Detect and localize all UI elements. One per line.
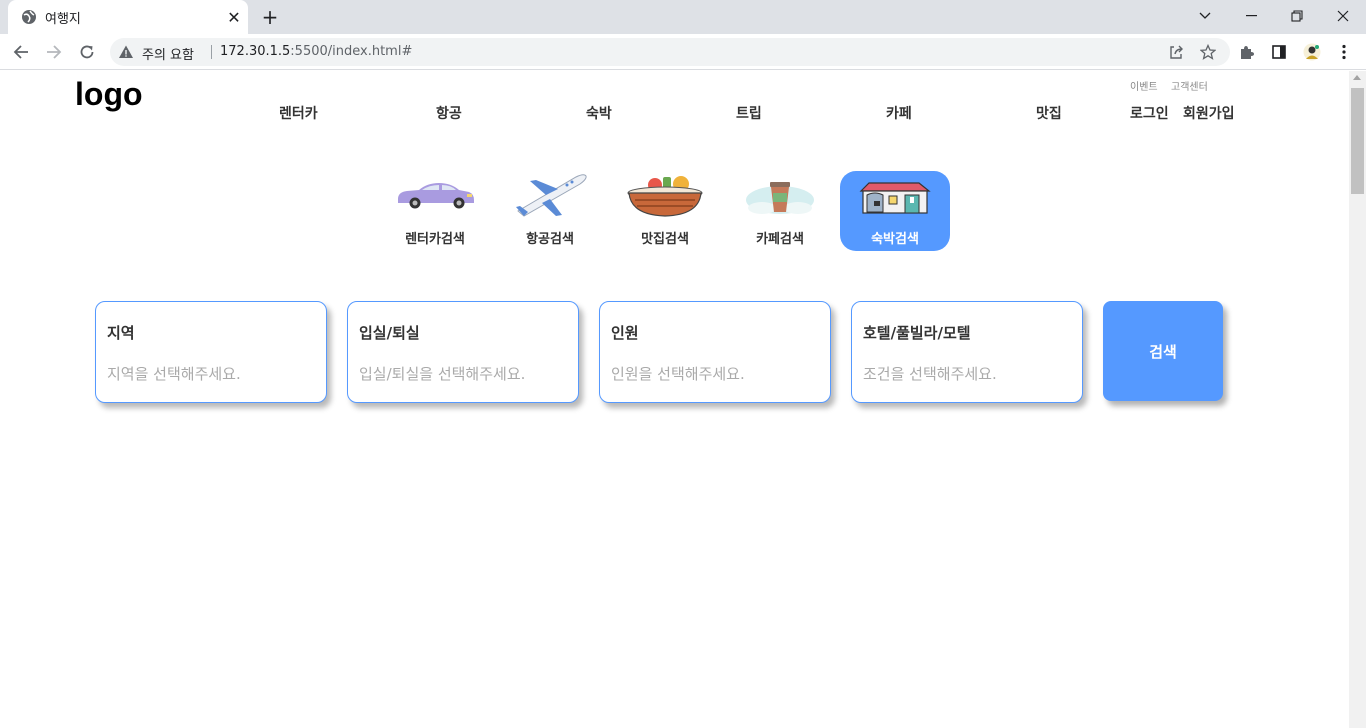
- scrollbar-thumb[interactable]: [1351, 88, 1364, 194]
- field-title: 입실/퇴실: [359, 324, 420, 342]
- guests-field[interactable]: 인원 인원을 선택해주세요.: [599, 301, 831, 403]
- coffee-cup-icon: [746, 182, 814, 214]
- car-icon: [398, 183, 474, 209]
- site-logo[interactable]: logo: [75, 76, 143, 113]
- omnibox-divider: [211, 45, 212, 59]
- category-label: 항공검색: [526, 232, 574, 247]
- page-viewport: logo 이벤트 고객센터 렌터카 항공 숙박 트립 카페 맛집 로그인 회원가…: [0, 71, 1349, 728]
- restore-icon[interactable]: [1274, 0, 1320, 32]
- field-placeholder: 인원을 선택해주세요.: [611, 365, 745, 383]
- share-icon[interactable]: [1166, 42, 1186, 62]
- bookmark-star-icon[interactable]: [1198, 42, 1218, 62]
- tab-title: 여행지: [45, 12, 81, 27]
- field-title: 지역: [107, 324, 135, 342]
- login-link[interactable]: 로그인: [1130, 103, 1169, 123]
- back-arrow-icon[interactable]: [8, 39, 34, 65]
- field-placeholder: 입실/퇴실을 선택해주세요.: [359, 365, 526, 383]
- window-close-icon[interactable]: [1320, 0, 1366, 32]
- nav-item-rentcar[interactable]: 렌터카: [279, 103, 318, 123]
- util-link-support[interactable]: 고객센터: [1171, 78, 1208, 93]
- airplane-icon: [516, 174, 587, 217]
- security-status-label[interactable]: 주의 요함: [142, 44, 194, 63]
- url-host: 172.30.1.5: [220, 44, 291, 59]
- extensions-puzzle-icon[interactable]: [1237, 42, 1257, 62]
- url-path: :5500/index.html#: [290, 44, 413, 59]
- warning-icon[interactable]: [118, 44, 134, 60]
- profile-avatar-icon[interactable]: [1302, 42, 1322, 62]
- util-link-event[interactable]: 이벤트: [1130, 78, 1158, 93]
- globe-icon: [22, 10, 36, 24]
- close-tab-icon[interactable]: ✕: [224, 7, 244, 27]
- category-cafe[interactable]: 카페검색: [725, 171, 835, 251]
- search-button[interactable]: 검색: [1103, 301, 1223, 401]
- category-flight[interactable]: 항공검색: [495, 171, 605, 251]
- category-label: 숙박검색: [871, 232, 919, 247]
- field-placeholder: 지역을 선택해주세요.: [107, 365, 241, 383]
- browser-tabstrip: 여행지 ✕ +: [0, 0, 1366, 34]
- nav-item-trip[interactable]: 트립: [736, 103, 762, 123]
- tab-search-chevron-icon[interactable]: [1182, 0, 1228, 32]
- nav-item-flight[interactable]: 항공: [436, 103, 462, 123]
- menu-kebab-icon[interactable]: [1334, 42, 1354, 62]
- category-restaurant[interactable]: 맛집검색: [610, 171, 720, 251]
- nav-item-stay[interactable]: 숙박: [586, 103, 612, 123]
- nav-item-restaurant[interactable]: 맛집: [1036, 103, 1062, 123]
- page-scrollbar[interactable]: [1349, 71, 1366, 728]
- forward-arrow-icon[interactable]: [41, 39, 67, 65]
- field-placeholder: 조건을 선택해주세요.: [863, 365, 997, 383]
- scroll-up-arrow-icon[interactable]: [1353, 75, 1361, 80]
- url-text[interactable]: 172.30.1.5:5500/index.html#: [220, 44, 412, 59]
- reload-icon[interactable]: [74, 39, 100, 65]
- signup-link[interactable]: 회원가입: [1183, 103, 1235, 123]
- lodging-type-field[interactable]: 호텔/풀빌라/모텔 조건을 선택해주세요.: [851, 301, 1083, 403]
- food-basket-icon: [627, 176, 703, 217]
- field-title: 인원: [611, 324, 639, 342]
- category-label: 맛집검색: [641, 232, 689, 247]
- category-stay[interactable]: 숙박검색: [840, 171, 950, 251]
- region-field[interactable]: 지역 지역을 선택해주세요.: [95, 301, 327, 403]
- category-label: 렌터카검색: [405, 232, 465, 247]
- side-panel-icon[interactable]: [1269, 42, 1289, 62]
- minimize-icon[interactable]: [1228, 0, 1274, 32]
- browser-toolbar: 주의 요함 172.30.1.5:5500/index.html#: [0, 34, 1366, 70]
- category-label: 카페검색: [756, 232, 804, 247]
- nav-item-cafe[interactable]: 카페: [886, 103, 912, 123]
- new-tab-plus-icon[interactable]: +: [258, 5, 282, 29]
- house-icon: [859, 182, 931, 214]
- field-title: 호텔/풀빌라/모텔: [863, 324, 971, 342]
- checkin-checkout-field[interactable]: 입실/퇴실 입실/퇴실을 선택해주세요.: [347, 301, 579, 403]
- address-bar[interactable]: 주의 요함 172.30.1.5:5500/index.html#: [110, 38, 1230, 66]
- category-rentcar[interactable]: 렌터카검색: [380, 171, 490, 251]
- browser-tab[interactable]: 여행지 ✕: [8, 0, 248, 34]
